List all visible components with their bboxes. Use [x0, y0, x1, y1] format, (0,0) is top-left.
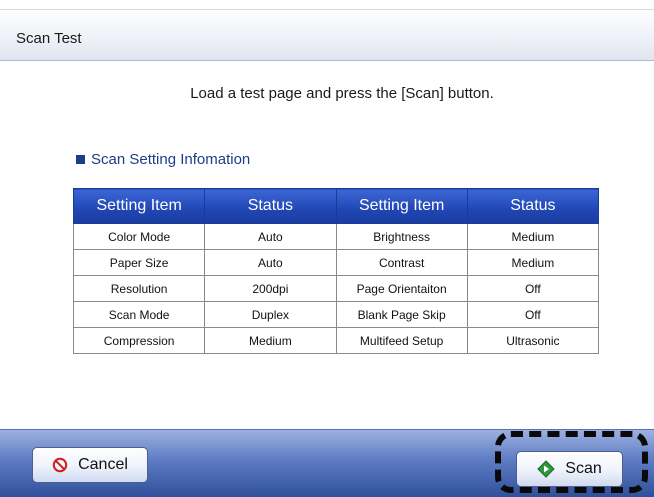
status-cell: Auto — [204, 223, 337, 250]
title-bar: Scan Test — [0, 9, 654, 61]
status-cell: Medium — [204, 327, 337, 354]
square-bullet-icon — [76, 155, 85, 164]
status-cell: Medium — [466, 223, 600, 250]
scan-button-label: Scan — [565, 460, 602, 477]
settings-table: Setting Item Status Setting Item Status … — [72, 188, 600, 354]
setting-item-cell: Scan Mode — [72, 301, 206, 328]
setting-item-cell: Compression — [72, 327, 206, 354]
status-cell: Medium — [466, 249, 600, 276]
top-strip — [0, 0, 654, 9]
setting-item-cell: Blank Page Skip — [335, 301, 468, 328]
table-row: Compression Medium Multifeed Setup Ultra… — [72, 327, 600, 354]
table-header-row: Setting Item Status Setting Item Status — [72, 188, 600, 224]
diamond-start-icon — [537, 460, 555, 478]
setting-item-cell: Resolution — [72, 275, 206, 302]
cancel-button[interactable]: Cancel — [32, 447, 148, 483]
status-cell: Off — [466, 275, 600, 302]
status-cell: 200dpi — [204, 275, 337, 302]
setting-item-cell: Contrast — [335, 249, 468, 276]
window-title: Scan Test — [16, 30, 82, 47]
table-row: Color Mode Auto Brightness Medium — [72, 223, 600, 250]
cancel-button-label: Cancel — [78, 456, 128, 473]
prohibited-icon — [52, 457, 68, 473]
table-row: Scan Mode Duplex Blank Page Skip Off — [72, 301, 600, 328]
status-cell: Auto — [204, 249, 337, 276]
column-header-setting-item: Setting Item — [335, 188, 468, 224]
column-header-setting-item: Setting Item — [72, 188, 206, 224]
status-cell: Duplex — [204, 301, 337, 328]
setting-item-cell: Color Mode — [72, 223, 206, 250]
section-header: Scan Setting Infomation — [76, 151, 250, 168]
section-title: Scan Setting Infomation — [91, 151, 251, 168]
status-cell: Off — [466, 301, 600, 328]
setting-item-cell: Page Orientaiton — [335, 275, 468, 302]
setting-item-cell: Multifeed Setup — [335, 327, 468, 354]
column-header-status: Status — [466, 188, 600, 224]
instruction-text: Load a test page and press the [Scan] bu… — [190, 85, 494, 102]
setting-item-cell: Paper Size — [72, 249, 206, 276]
table-row: Resolution 200dpi Page Orientaiton Off — [72, 275, 600, 302]
status-cell: Ultrasonic — [466, 327, 600, 354]
column-header-status: Status — [204, 188, 337, 224]
scan-button[interactable]: Scan — [516, 451, 623, 487]
setting-item-cell: Brightness — [335, 223, 468, 250]
table-row: Paper Size Auto Contrast Medium — [72, 249, 600, 276]
